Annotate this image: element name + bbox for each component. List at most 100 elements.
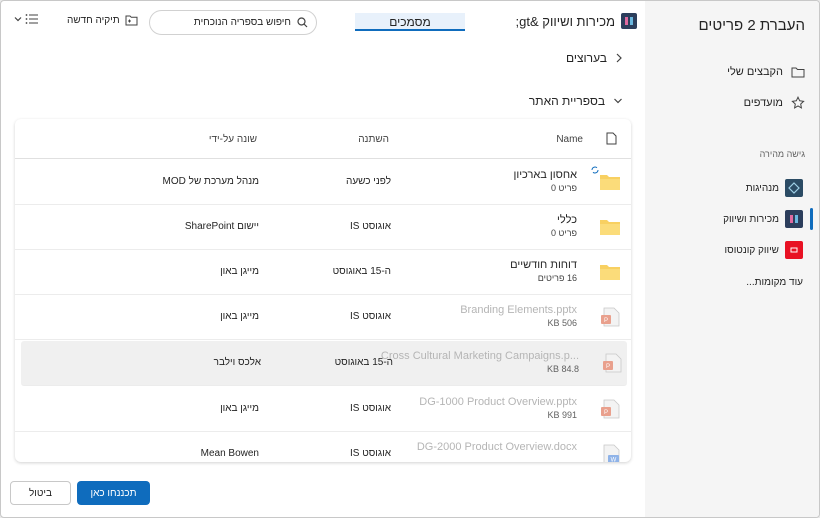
folder-icon <box>600 175 620 190</box>
site-leadership[interactable]: מנהיגות <box>746 179 803 197</box>
file-name: Branding Elements.pptx <box>460 304 577 316</box>
column-name[interactable]: Name <box>556 134 583 145</box>
folder-icon <box>600 220 620 235</box>
svg-text:P: P <box>606 364 610 370</box>
folder-icon <box>600 265 620 280</box>
file-name: דוחות חודשיים <box>510 259 577 271</box>
header: מכירות ושיווק &gt; מסמכים חיפוש בספריה ה… <box>1 1 647 41</box>
svg-text:W: W <box>611 458 617 463</box>
modified-cell: אוגוסט IS <box>349 448 391 459</box>
file-name-cell: DG-1000 Product Overview.pptx 991 KB <box>419 396 577 420</box>
search-icon <box>297 17 308 28</box>
navigation-pane: העברת 2 פריטים הקבצים שלי מועדפים גישה מ… <box>645 1 819 517</box>
nav-item-label: הקבצים שלי <box>727 66 783 78</box>
star-icon <box>791 96 805 109</box>
modified-cell: לפני כשעה <box>346 176 391 187</box>
table-row: W DG-2000 Product Overview.docx אוגוסט I… <box>15 432 631 462</box>
site-logo-icon <box>785 179 803 197</box>
quick-access-heading: גישה מהירה <box>759 149 805 159</box>
svg-text:P: P <box>604 318 608 324</box>
file-name: כללי <box>557 214 577 226</box>
more-places-link[interactable]: עוד מקומות... <box>746 277 803 288</box>
file-name-cell: אחסון בארכיון פריט 0 <box>513 169 577 193</box>
new-folder-label: תיקיה חדשה <box>67 14 120 26</box>
modified-by-cell: מייגן באון <box>220 311 259 322</box>
file-name-cell: Cross Cultural Marketing Campaigns.p... … <box>381 350 579 374</box>
search-placeholder: חיפוש בספריה הנוכחית <box>193 17 291 28</box>
file-name: DG-2000 Product Overview.docx <box>416 441 577 453</box>
move-here-button[interactable]: תכננחו כאן <box>77 481 150 505</box>
svg-text:P: P <box>604 410 608 416</box>
site-title-text: מכירות ושיווק &gt; <box>515 13 615 29</box>
table-header: Name השתנה שונה על-ידי <box>15 119 631 159</box>
table-row: P Cross Cultural Marketing Campaigns.p..… <box>21 341 627 386</box>
search-input[interactable]: חיפוש בספריה הנוכחית <box>149 10 317 35</box>
chevron-right-icon <box>616 53 622 63</box>
file-name-cell: DG-2000 Product Overview.docx <box>417 441 577 455</box>
sync-icon <box>591 166 599 174</box>
file-name: Cross Cultural Marketing Campaigns.p... <box>380 350 579 362</box>
breadcrumb[interactable]: בערוצים <box>566 51 623 65</box>
site-label: שיווק קונטוסו <box>724 244 779 256</box>
file-name-cell: דוחות חודשיים 16 פריטים <box>510 259 577 283</box>
file-list: Name השתנה שונה על-ידי אחסון בארכיון פרי… <box>15 119 631 462</box>
modified-by-cell: אלכס וילבר <box>213 357 261 368</box>
modified-cell: אוגוסט IS <box>349 221 391 232</box>
file-meta: 506 KB <box>547 318 577 328</box>
file-meta: 84.8 KB <box>546 364 579 374</box>
view-options-button[interactable] <box>13 13 39 25</box>
modified-cell: אוגוסט IS <box>349 311 391 322</box>
modified-by-cell: יישום SharePoint <box>184 221 259 232</box>
main-pane: מכירות ושיווק &gt; מסמכים חיפוש בספריה ה… <box>1 1 647 517</box>
file-type-icon <box>606 132 617 145</box>
column-modified[interactable]: השתנה <box>358 134 389 145</box>
cancel-button[interactable]: ביטול <box>10 481 71 505</box>
table-row[interactable]: אחסון בארכיון פריט 0 לפני כשעה מנהל מערכ… <box>15 160 631 205</box>
file-meta: פריט 0 <box>550 228 577 238</box>
modified-by-cell: מנהל מערכת של MOD <box>162 176 259 187</box>
file-meta: פריט 0 <box>550 183 577 193</box>
table-row: P DG-1000 Product Overview.pptx 991 KB א… <box>15 387 631 432</box>
table-row[interactable]: כללי פריט 0 אוגוסט IS יישום SharePoint <box>15 205 631 250</box>
new-folder-button[interactable]: תיקיה חדשה <box>67 14 138 26</box>
move-dialog: העברת 2 פריטים הקבצים שלי מועדפים גישה מ… <box>0 0 820 518</box>
site-contoso-marketing[interactable]: שיווק קונטוסו <box>725 241 803 259</box>
folder-icon <box>791 67 805 78</box>
modified-cell: ה-15 באוגוסט <box>332 266 391 277</box>
chevron-down-icon <box>14 17 22 22</box>
documents-library-tab[interactable]: מסמכים <box>355 13 465 31</box>
new-folder-icon <box>125 15 138 26</box>
nav-item-my-files[interactable]: הקבצים שלי <box>727 65 805 79</box>
modified-by-cell: Mean Bowen <box>200 448 259 459</box>
nav-item-favorites[interactable]: מועדפים <box>744 96 805 110</box>
site-label: מכירות ושיווק <box>723 213 779 225</box>
file-name: DG-1000 Product Overview.pptx <box>419 396 577 408</box>
column-modified-by[interactable]: שונה על-ידי <box>209 134 257 145</box>
table-row: P Branding Elements.pptx 506 KB אוגוסט I… <box>15 295 631 340</box>
file-name: אחסון בארכיון <box>513 169 577 181</box>
site-title[interactable]: מכירות ושיווק &gt; <box>516 13 637 29</box>
modified-cell: ה-15 באוגוסט <box>334 357 393 368</box>
site-label: מנהיגות <box>745 182 779 194</box>
nav-item-label: מועדפים <box>743 97 783 109</box>
breadcrumb-label: בערוצים <box>565 51 607 65</box>
site-logo-icon <box>785 210 803 228</box>
powerpoint-file-icon: P <box>601 307 620 327</box>
modified-cell: אוגוסט IS <box>349 403 391 414</box>
file-meta: 991 KB <box>547 410 577 420</box>
site-logo-icon <box>621 13 637 29</box>
library-section-header[interactable]: בספריית האתר <box>529 94 623 108</box>
powerpoint-file-icon: P <box>601 399 620 419</box>
file-meta: 16 פריטים <box>537 273 577 283</box>
powerpoint-file-icon: P <box>603 353 622 373</box>
file-name-cell: Branding Elements.pptx 506 KB <box>460 304 577 328</box>
file-name-cell: כללי פריט 0 <box>551 214 577 238</box>
table-row[interactable]: דוחות חודשיים 16 פריטים ה-15 באוגוסט מיי… <box>15 250 631 295</box>
site-sales-marketing[interactable]: מכירות ושיווק <box>723 208 813 230</box>
library-section-label: בספריית האתר <box>528 94 605 108</box>
dialog-title: העברת 2 פריטים <box>698 17 805 34</box>
list-view-icon <box>25 14 38 24</box>
word-file-icon: W <box>603 444 620 463</box>
site-logo-icon <box>785 241 803 259</box>
modified-by-cell: מייגן באון <box>220 403 259 414</box>
